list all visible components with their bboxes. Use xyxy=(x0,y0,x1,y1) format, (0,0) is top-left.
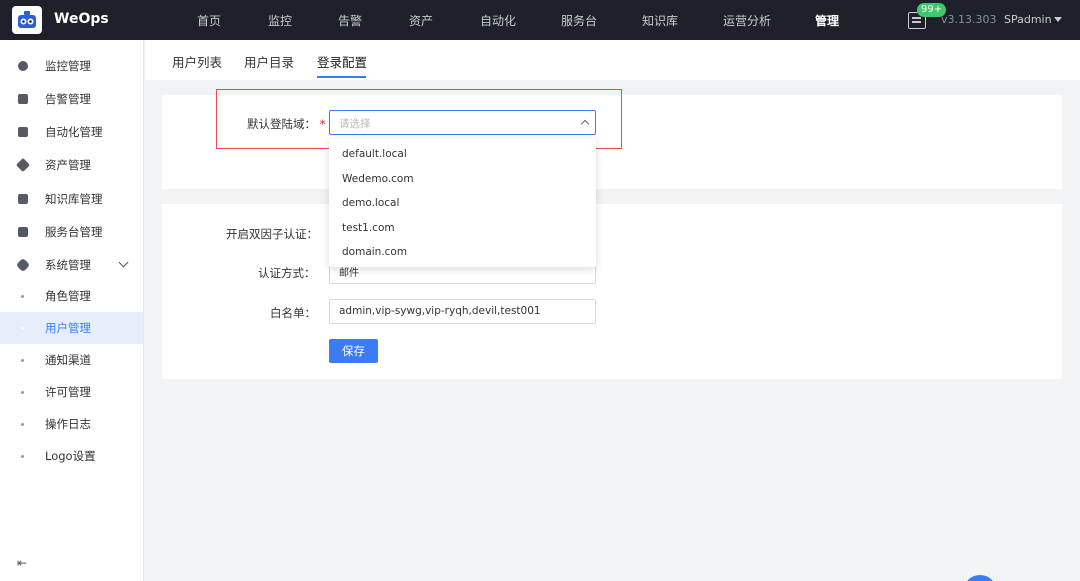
dropdown-option[interactable]: test1.com xyxy=(342,222,395,234)
sidebar-subitem-oplog[interactable]: 操作日志 xyxy=(0,408,143,440)
nav-monitor[interactable]: 监控 xyxy=(268,12,292,29)
bullet-icon xyxy=(21,422,24,426)
sidebar-subitem-notify[interactable]: 通知渠道 xyxy=(0,344,143,376)
save-button[interactable]: 保存 xyxy=(329,339,378,363)
nav-assets[interactable]: 资产 xyxy=(409,12,433,29)
sidebar-item-label: 知识库管理 xyxy=(45,192,103,206)
sidebar-item-label: 通知渠道 xyxy=(45,353,91,367)
nav-analytics[interactable]: 运营分析 xyxy=(723,12,771,29)
sidebar-item-label: 资产管理 xyxy=(45,158,91,172)
dropdown-option[interactable]: domain.com xyxy=(342,246,407,258)
sidebar-item-assets[interactable]: 资产管理 xyxy=(0,149,143,181)
nav-manage[interactable]: 管理 xyxy=(815,12,839,29)
caret-down-icon[interactable] xyxy=(1054,17,1062,22)
sidebar-item-alarm[interactable]: 告警管理 xyxy=(0,83,143,115)
dropdown-option[interactable]: Wedemo.com xyxy=(342,173,414,185)
sidebar-item-service-desk[interactable]: 服务台管理 xyxy=(0,216,143,248)
version-label: v3.13.303 xyxy=(941,13,997,26)
top-nav-bar: WeOps 首页 监控 告警 资产 自动化 服务台 知识库 运营分析 管理 99… xyxy=(0,0,1080,40)
sidebar-item-automation[interactable]: 自动化管理 xyxy=(0,116,143,148)
sidebar-item-label: 服务台管理 xyxy=(45,225,103,239)
bullet-icon xyxy=(21,294,24,298)
sidebar-item-label: 告警管理 xyxy=(45,92,91,106)
chevron-down-icon xyxy=(118,257,129,268)
sidebar: 监控管理 告警管理 自动化管理 资产管理 知识库管理 服务台管理 系统管理 角色… xyxy=(0,40,144,581)
sidebar-item-label: Logo设置 xyxy=(45,449,96,463)
sidebar-item-label: 许可管理 xyxy=(45,385,91,399)
sidebar-item-label: 用户管理 xyxy=(45,321,91,335)
domain-dropdown: default.local Wedemo.com demo.local test… xyxy=(329,139,596,267)
sidebar-subitem-logo[interactable]: Logo设置 xyxy=(0,440,143,472)
sidebar-item-monitor[interactable]: 监控管理 xyxy=(0,50,143,82)
monitor-icon xyxy=(18,61,28,71)
sidebar-item-system[interactable]: 系统管理 xyxy=(0,249,143,281)
logo-icon[interactable] xyxy=(12,6,42,34)
sidebar-item-label: 监控管理 xyxy=(45,59,91,73)
dropdown-option[interactable]: default.local xyxy=(342,148,407,160)
whitelist-input[interactable]: admin,vip-sywg,vip-ryqh,devil,test001 xyxy=(329,299,596,324)
collapse-sidebar-icon[interactable]: ⇤ xyxy=(17,556,27,570)
nav-automation[interactable]: 自动化 xyxy=(480,12,516,29)
sidebar-subitem-license[interactable]: 许可管理 xyxy=(0,376,143,408)
app-name: WeOps xyxy=(54,11,109,27)
dropdown-option[interactable]: demo.local xyxy=(342,197,399,209)
floating-help-button[interactable] xyxy=(963,575,997,581)
sidebar-item-label: 操作日志 xyxy=(45,417,91,431)
clipboard-icon xyxy=(18,227,28,237)
alarm-icon xyxy=(18,94,28,104)
auth-method-select[interactable]: 邮件 xyxy=(329,265,596,284)
bullet-icon xyxy=(21,454,24,458)
auth-method-label: 认证方式： xyxy=(258,266,316,280)
sidebar-subitem-users[interactable]: 用户管理 xyxy=(0,312,143,344)
layers-icon xyxy=(15,157,31,173)
bullet-icon xyxy=(21,326,24,330)
tab-bar: 用户列表 用户目录 登录配置 xyxy=(145,40,1080,80)
sidebar-item-knowledge[interactable]: 知识库管理 xyxy=(0,183,143,215)
active-tab-indicator xyxy=(317,76,366,78)
nav-service-desk[interactable]: 服务台 xyxy=(561,12,597,29)
nav-knowledge[interactable]: 知识库 xyxy=(642,12,678,29)
tab-user-list[interactable]: 用户列表 xyxy=(172,52,222,71)
whitelist-label: 白名单： xyxy=(270,306,316,320)
sidebar-item-label: 系统管理 xyxy=(45,258,91,272)
nav-alarm[interactable]: 告警 xyxy=(338,12,362,29)
enable-mfa-label: 开启双因子认证： xyxy=(226,227,318,241)
user-menu[interactable]: SPadmin xyxy=(1004,13,1052,26)
bullet-icon xyxy=(21,358,24,362)
nav-home[interactable]: 首页 xyxy=(197,12,221,29)
sidebar-item-label: 自动化管理 xyxy=(45,125,103,139)
auth-method-value: 邮件 xyxy=(339,268,359,279)
tab-login-config[interactable]: 登录配置 xyxy=(317,52,367,71)
sidebar-item-label: 角色管理 xyxy=(45,289,91,303)
book-icon xyxy=(18,194,28,204)
gear-icon xyxy=(15,257,31,273)
whitelist-value: admin,vip-sywg,vip-ryqh,devil,test001 xyxy=(339,305,541,317)
tab-user-directory[interactable]: 用户目录 xyxy=(244,52,294,71)
automation-icon xyxy=(18,127,28,137)
sidebar-subitem-roles[interactable]: 角色管理 xyxy=(0,280,143,312)
bullet-icon xyxy=(21,390,24,394)
